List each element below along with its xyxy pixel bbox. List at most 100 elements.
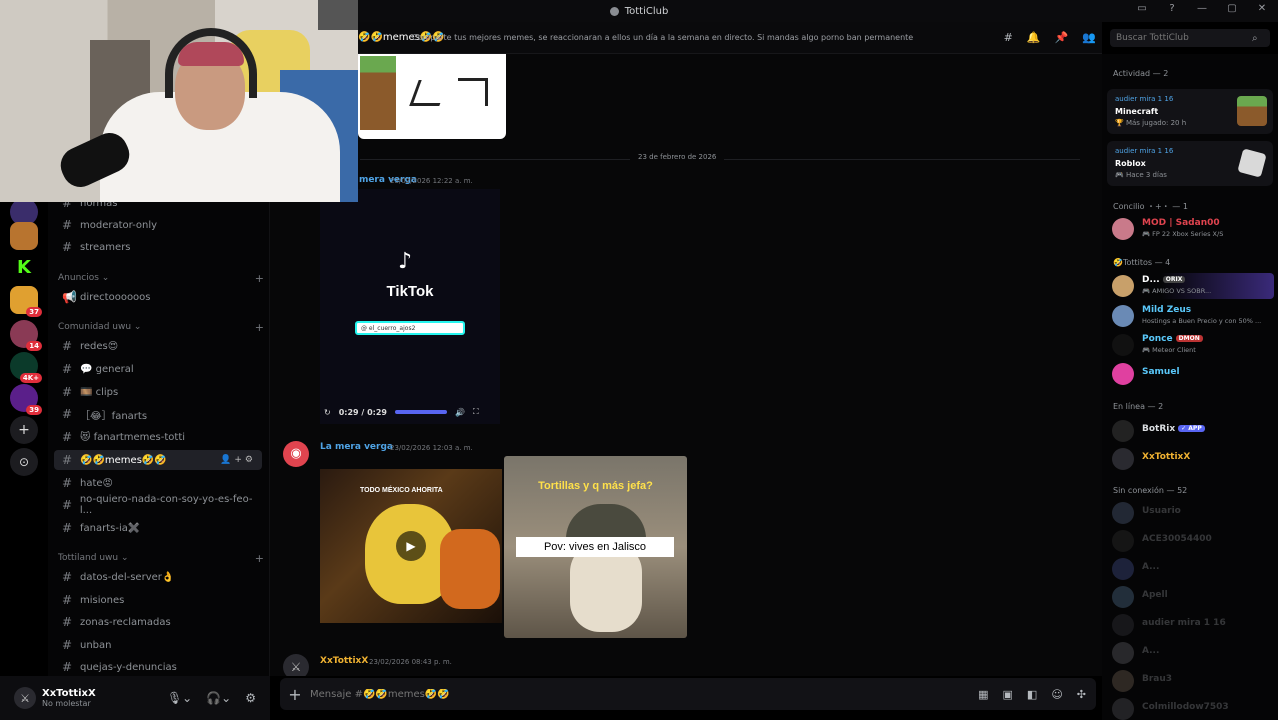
member-item[interactable]: A... xyxy=(1112,640,1274,666)
member-item[interactable]: MOD | Sadan00 🎮 FP 22 Xbox Series X/S xyxy=(1112,216,1274,242)
poster-image xyxy=(318,0,358,30)
gift-icon[interactable]: ▦ xyxy=(978,688,988,701)
activity-game: Minecraft xyxy=(1115,107,1159,116)
member-item[interactable]: A... xyxy=(1112,556,1274,582)
volume-icon[interactable]: 🔊 xyxy=(455,408,465,417)
offline-header: Sin conexión — 52 xyxy=(1113,486,1188,495)
activity-card[interactable]: audier mira 1 16 Roblox 🎮 Hace 3 días xyxy=(1107,141,1273,186)
member-item[interactable]: XxTottixX xyxy=(1112,446,1274,472)
discover-icon[interactable]: ⊙ xyxy=(10,448,38,476)
channel-hate[interactable]: # hate😡 xyxy=(54,473,262,493)
tiktok-video[interactable]: ♪ TikTok @ el_cuerro_ajos2 xyxy=(320,189,500,424)
channel-memes[interactable]: # 🤣🤣memes🤣🤣 👤+⚙ xyxy=(54,450,262,470)
sticker-icon[interactable]: ◧ xyxy=(1027,688,1037,701)
channel-directos[interactable]: 📢 directoooooos xyxy=(54,287,262,307)
activity-meta: 🎮 Hace 3 días xyxy=(1115,171,1167,179)
user-status: No molestar xyxy=(42,699,91,708)
channel-redes[interactable]: # redes😍 xyxy=(54,336,262,356)
member-item[interactable]: Samuel xyxy=(1112,361,1274,387)
fullscreen-icon[interactable]: ⛶ xyxy=(473,407,479,417)
apps-icon[interactable]: ✣ xyxy=(1077,688,1086,701)
channel-zonas-reclamadas[interactable]: # zonas-reclamadas xyxy=(54,612,262,632)
member-avatar xyxy=(1112,642,1134,664)
channel-streamers[interactable]: # streamers xyxy=(54,237,262,257)
channel-settings-icon[interactable]: 👤+⚙ xyxy=(220,455,256,465)
channel-fanartmemes[interactable]: # 😻 fanartmemes-totti xyxy=(54,427,262,447)
add-channel-icon[interactable]: + xyxy=(255,552,264,565)
channel-misiones[interactable]: # misiones xyxy=(54,590,262,610)
category-anuncios[interactable]: Anuncios ⌄ + xyxy=(58,271,264,285)
image-attachment-top[interactable] xyxy=(358,54,506,139)
add-attachment-icon[interactable]: + xyxy=(280,685,310,704)
member-name-row: Ponce DMON xyxy=(1142,334,1203,344)
category-tottiland[interactable]: Tottiland uwu ⌄ + xyxy=(58,551,264,565)
bell-icon[interactable]: 🔔 xyxy=(1027,31,1041,44)
members-icon[interactable]: 👥 xyxy=(1082,31,1096,44)
channel-no-quiero[interactable]: # no-quiero-nada-con-soy-yo-es-feo-l... xyxy=(54,494,262,516)
server-badge: 37 xyxy=(26,307,42,317)
server-icon-4[interactable]: 37 xyxy=(10,286,42,317)
server-icon-7[interactable]: 39 xyxy=(10,384,42,415)
channel-fanarts-ia[interactable]: # fanarts-ia✖️ xyxy=(54,518,262,538)
maximize-button[interactable]: ▢ xyxy=(1224,3,1240,14)
message-author[interactable]: La mera verga xyxy=(320,442,393,452)
server-icon-2[interactable] xyxy=(10,222,38,250)
channel-quejas[interactable]: # quejas-y-denuncias xyxy=(54,657,262,677)
date-divider: 23 de febrero de 2026 xyxy=(360,153,1080,161)
channel-general[interactable]: # 💬 general xyxy=(54,359,262,379)
category-comunidad[interactable]: Comunidad uwu ⌄ + xyxy=(58,320,264,334)
member-item[interactable]: audier mira 1 16 xyxy=(1112,612,1274,638)
add-channel-icon[interactable]: + xyxy=(255,272,264,285)
inbox-icon[interactable]: ▭ xyxy=(1134,3,1150,14)
member-item[interactable]: ACE30054400 xyxy=(1112,528,1274,554)
channel-fanarts[interactable]: # ［😂］fanarts xyxy=(54,404,262,424)
progress-bar[interactable] xyxy=(395,410,447,414)
replay-icon[interactable]: ↻ xyxy=(324,408,331,417)
help-icon[interactable]: ? xyxy=(1164,3,1180,14)
user-avatar[interactable]: ⚔ xyxy=(14,687,36,709)
search-icon: ⌕ xyxy=(1252,32,1258,44)
meme-video[interactable]: TODO MÉXICO AHORITA ▶ xyxy=(320,469,502,623)
server-badge: 39 xyxy=(26,405,42,415)
member-item[interactable]: D... ORIX 🎮 AMIGO VS SOBR... xyxy=(1112,273,1274,299)
emoji-icon[interactable]: ☺ xyxy=(1051,688,1062,701)
server-icon-5[interactable]: 14 xyxy=(10,320,42,351)
stick-figure-image xyxy=(458,78,488,106)
activity-card[interactable]: audier mira 1 16 Minecraft 🏆 Más jugado:… xyxy=(1107,89,1273,134)
search-box[interactable]: ⌕ xyxy=(1110,29,1270,47)
channel-topic[interactable]: Comparte tus mejores memes, se reacciona… xyxy=(412,33,913,42)
gif-icon[interactable]: ▣ xyxy=(1003,688,1013,701)
microphone-icon[interactable]: 🎙⌄ xyxy=(167,691,192,705)
discord-avatar[interactable]: ◉ xyxy=(283,441,309,467)
member-item[interactable]: Ponce DMON 🎮 Meteor Client xyxy=(1112,332,1274,358)
kick-server-icon[interactable]: K xyxy=(10,254,38,282)
member-activity: 🎮 FP 22 Xbox Series X/S xyxy=(1142,230,1224,238)
threads-icon[interactable]: # xyxy=(1004,31,1013,44)
member-item[interactable]: Apell xyxy=(1112,584,1274,610)
user-avatar[interactable]: ⚔ xyxy=(283,654,309,676)
member-avatar xyxy=(1112,698,1134,720)
member-item[interactable]: Usuario xyxy=(1112,500,1274,526)
headphones-icon[interactable]: 🎧⌄ xyxy=(206,691,231,705)
pin-icon[interactable]: 📌 xyxy=(1055,31,1069,44)
channel-moderator-only[interactable]: # moderator-only xyxy=(54,215,262,235)
meme-image[interactable]: Tortillas y q más jefa? Pov: vives en Ja… xyxy=(504,456,687,638)
channel-datos-del-server[interactable]: # datos-del-server👌 xyxy=(54,567,262,587)
server-icon-6[interactable]: 4K+ xyxy=(10,352,42,383)
member-item[interactable]: Colmillodow7503 xyxy=(1112,696,1274,720)
member-item[interactable]: BotRix ✓ APP xyxy=(1112,418,1274,444)
channel-unban[interactable]: # unban xyxy=(54,635,262,655)
member-item[interactable]: Brau3 xyxy=(1112,668,1274,694)
minimize-button[interactable]: — xyxy=(1194,3,1210,14)
close-button[interactable]: ✕ xyxy=(1254,3,1270,14)
channel-clips[interactable]: # 🎞️ clips xyxy=(54,382,262,402)
message-author[interactable]: XxTottixX xyxy=(320,656,368,666)
search-input[interactable] xyxy=(1116,33,1252,43)
add-channel-icon[interactable]: + xyxy=(255,321,264,334)
play-icon[interactable]: ▶ xyxy=(396,531,426,561)
message-input[interactable] xyxy=(310,688,870,700)
member-item[interactable]: Mild Zeus Hostings a Buen Precio y con 5… xyxy=(1112,303,1274,329)
add-server-icon[interactable]: + xyxy=(10,416,38,444)
member-name-row: BotRix ✓ APP xyxy=(1142,424,1205,434)
gear-icon[interactable]: ⚙ xyxy=(245,691,256,705)
